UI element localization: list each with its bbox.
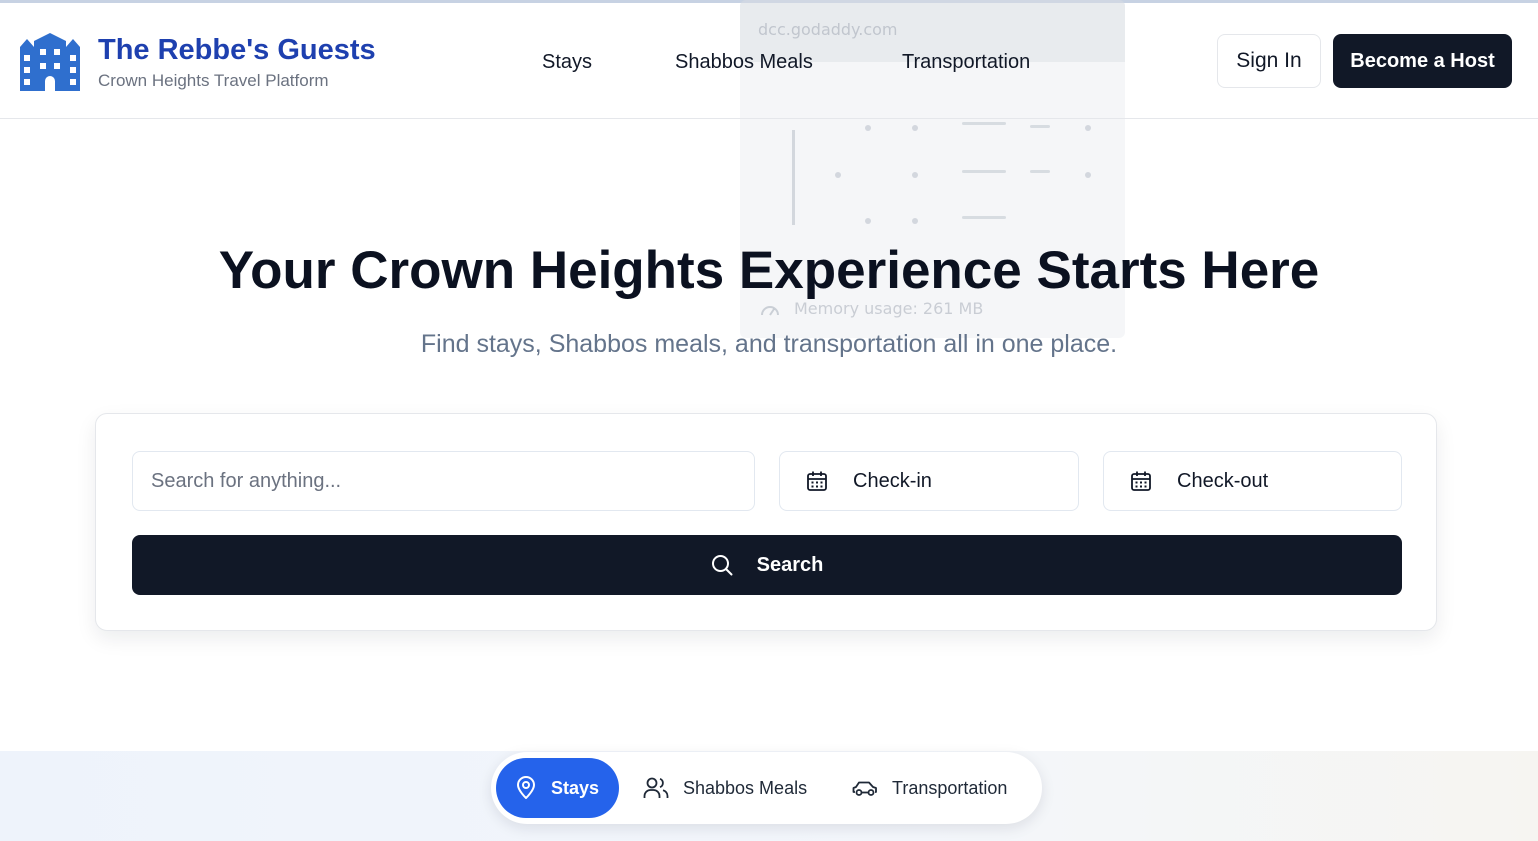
search-icon	[711, 555, 733, 576]
check-in-field[interactable]: Check-in	[779, 451, 1079, 511]
category-tabs: Stays Shabbos Meals Transportation	[491, 752, 1042, 824]
nav-item-stays[interactable]: Stays	[542, 51, 592, 74]
tab-shabbos-meals[interactable]: Shabbos Meals	[643, 758, 807, 818]
ghost-memory-row: Memory usage: 261 MB	[760, 299, 983, 318]
site-header: The Rebbe's Guests Crown Heights Travel …	[0, 3, 1538, 119]
ghost-dot	[865, 125, 871, 131]
ghost-bar	[1030, 170, 1050, 173]
check-out-label: Check-out	[1177, 469, 1269, 492]
ghost-dot	[912, 218, 918, 224]
hero-subtitle: Find stays, Shabbos meals, and transport…	[420, 330, 1118, 358]
tab-transportation[interactable]: Transportation	[852, 758, 1007, 818]
calendar-icon	[807, 471, 827, 491]
ghost-divider	[792, 130, 795, 225]
ghost-dot	[865, 218, 871, 224]
brand-subtitle: Crown Heights Travel Platform	[98, 71, 329, 90]
ghost-dot	[1085, 172, 1091, 178]
nav-item-transportation[interactable]: Transportation	[902, 51, 1030, 74]
map-pin-icon	[517, 776, 535, 799]
search-button[interactable]: Search	[132, 535, 1402, 595]
ghost-dot	[912, 125, 918, 131]
ghost-bar	[1030, 125, 1050, 128]
tab-transportation-label: Transportation	[892, 777, 1008, 798]
building-icon	[20, 33, 80, 91]
search-card: Check-in Check-out Search	[95, 413, 1437, 631]
brand[interactable]: The Rebbe's Guests Crown Heights Travel …	[20, 33, 376, 93]
ghost-bar	[962, 122, 1006, 125]
ghost-memory-text: Memory usage: 261 MB	[794, 299, 984, 318]
search-input[interactable]	[132, 451, 755, 511]
calendar-icon	[1131, 471, 1151, 491]
tab-stays[interactable]: Stays	[496, 758, 619, 818]
ghost-dot	[912, 172, 918, 178]
gauge-icon	[761, 305, 779, 316]
ghost-dot	[835, 172, 841, 178]
tab-stays-label: Stays	[551, 777, 600, 798]
sign-in-button[interactable]: Sign In	[1217, 34, 1321, 88]
tab-shabbos-meals-label: Shabbos Meals	[683, 777, 808, 798]
hero-title: Your Crown Heights Experience Starts Her…	[218, 241, 1320, 300]
nav-item-shabbos-meals[interactable]: Shabbos Meals	[675, 51, 813, 74]
brand-title: The Rebbe's Guests	[98, 34, 376, 66]
ghost-dot	[1085, 125, 1091, 131]
brand-text: The Rebbe's Guests Crown Heights Travel …	[98, 33, 376, 91]
users-icon	[643, 777, 669, 798]
ghost-bar	[962, 216, 1006, 219]
check-out-field[interactable]: Check-out	[1103, 451, 1402, 511]
car-icon	[852, 781, 877, 796]
become-host-button[interactable]: Become a Host	[1333, 34, 1512, 88]
check-in-label: Check-in	[853, 469, 932, 492]
search-button-label: Search	[756, 553, 824, 576]
ghost-bar	[962, 170, 1006, 173]
